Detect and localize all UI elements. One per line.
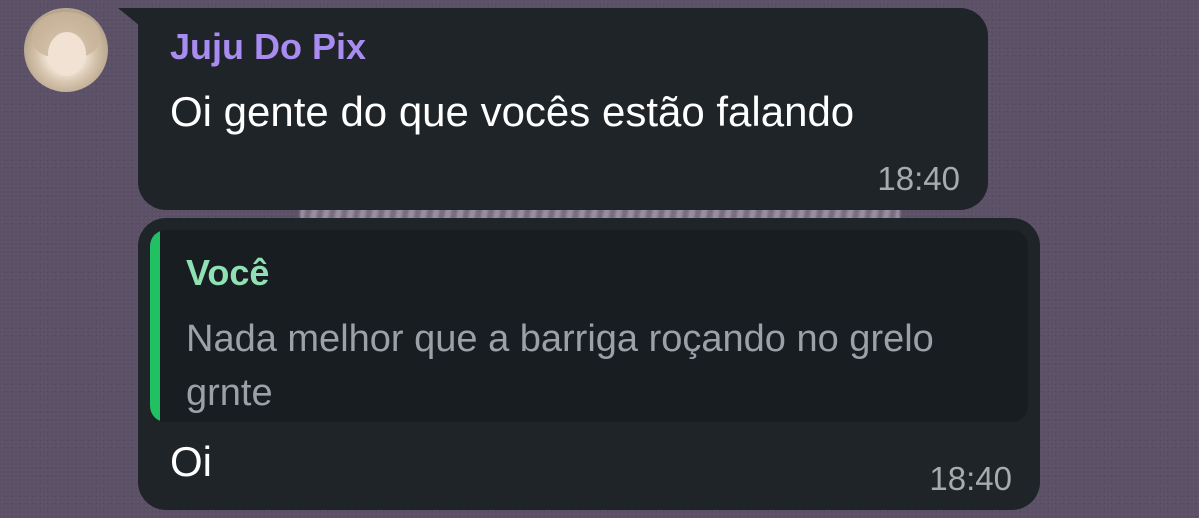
quoted-author: Você bbox=[186, 252, 270, 293]
message-text: Oi bbox=[170, 438, 212, 485]
incoming-message-bubble[interactable]: Juju Do Pix Oi gente do que vocês estão … bbox=[138, 8, 988, 210]
message-timestamp: 18:40 bbox=[929, 460, 1012, 497]
quote-accent-bar bbox=[150, 230, 160, 422]
sender-avatar[interactable] bbox=[24, 8, 108, 92]
sender-name[interactable]: Juju Do Pix bbox=[170, 26, 366, 68]
quoted-text: Nada melhor que a barriga roçando no gre… bbox=[186, 318, 934, 414]
avatar-face bbox=[48, 32, 86, 76]
reply-message-bubble[interactable]: Você Nada melhor que a barriga roçando n… bbox=[138, 218, 1040, 510]
message-timestamp: 18:40 bbox=[877, 160, 960, 197]
message-text: Oi gente do que vocês estão falando bbox=[170, 88, 855, 135]
quoted-message[interactable]: Você Nada melhor que a barriga roçando n… bbox=[150, 230, 1028, 422]
bubble-tail bbox=[118, 8, 140, 26]
